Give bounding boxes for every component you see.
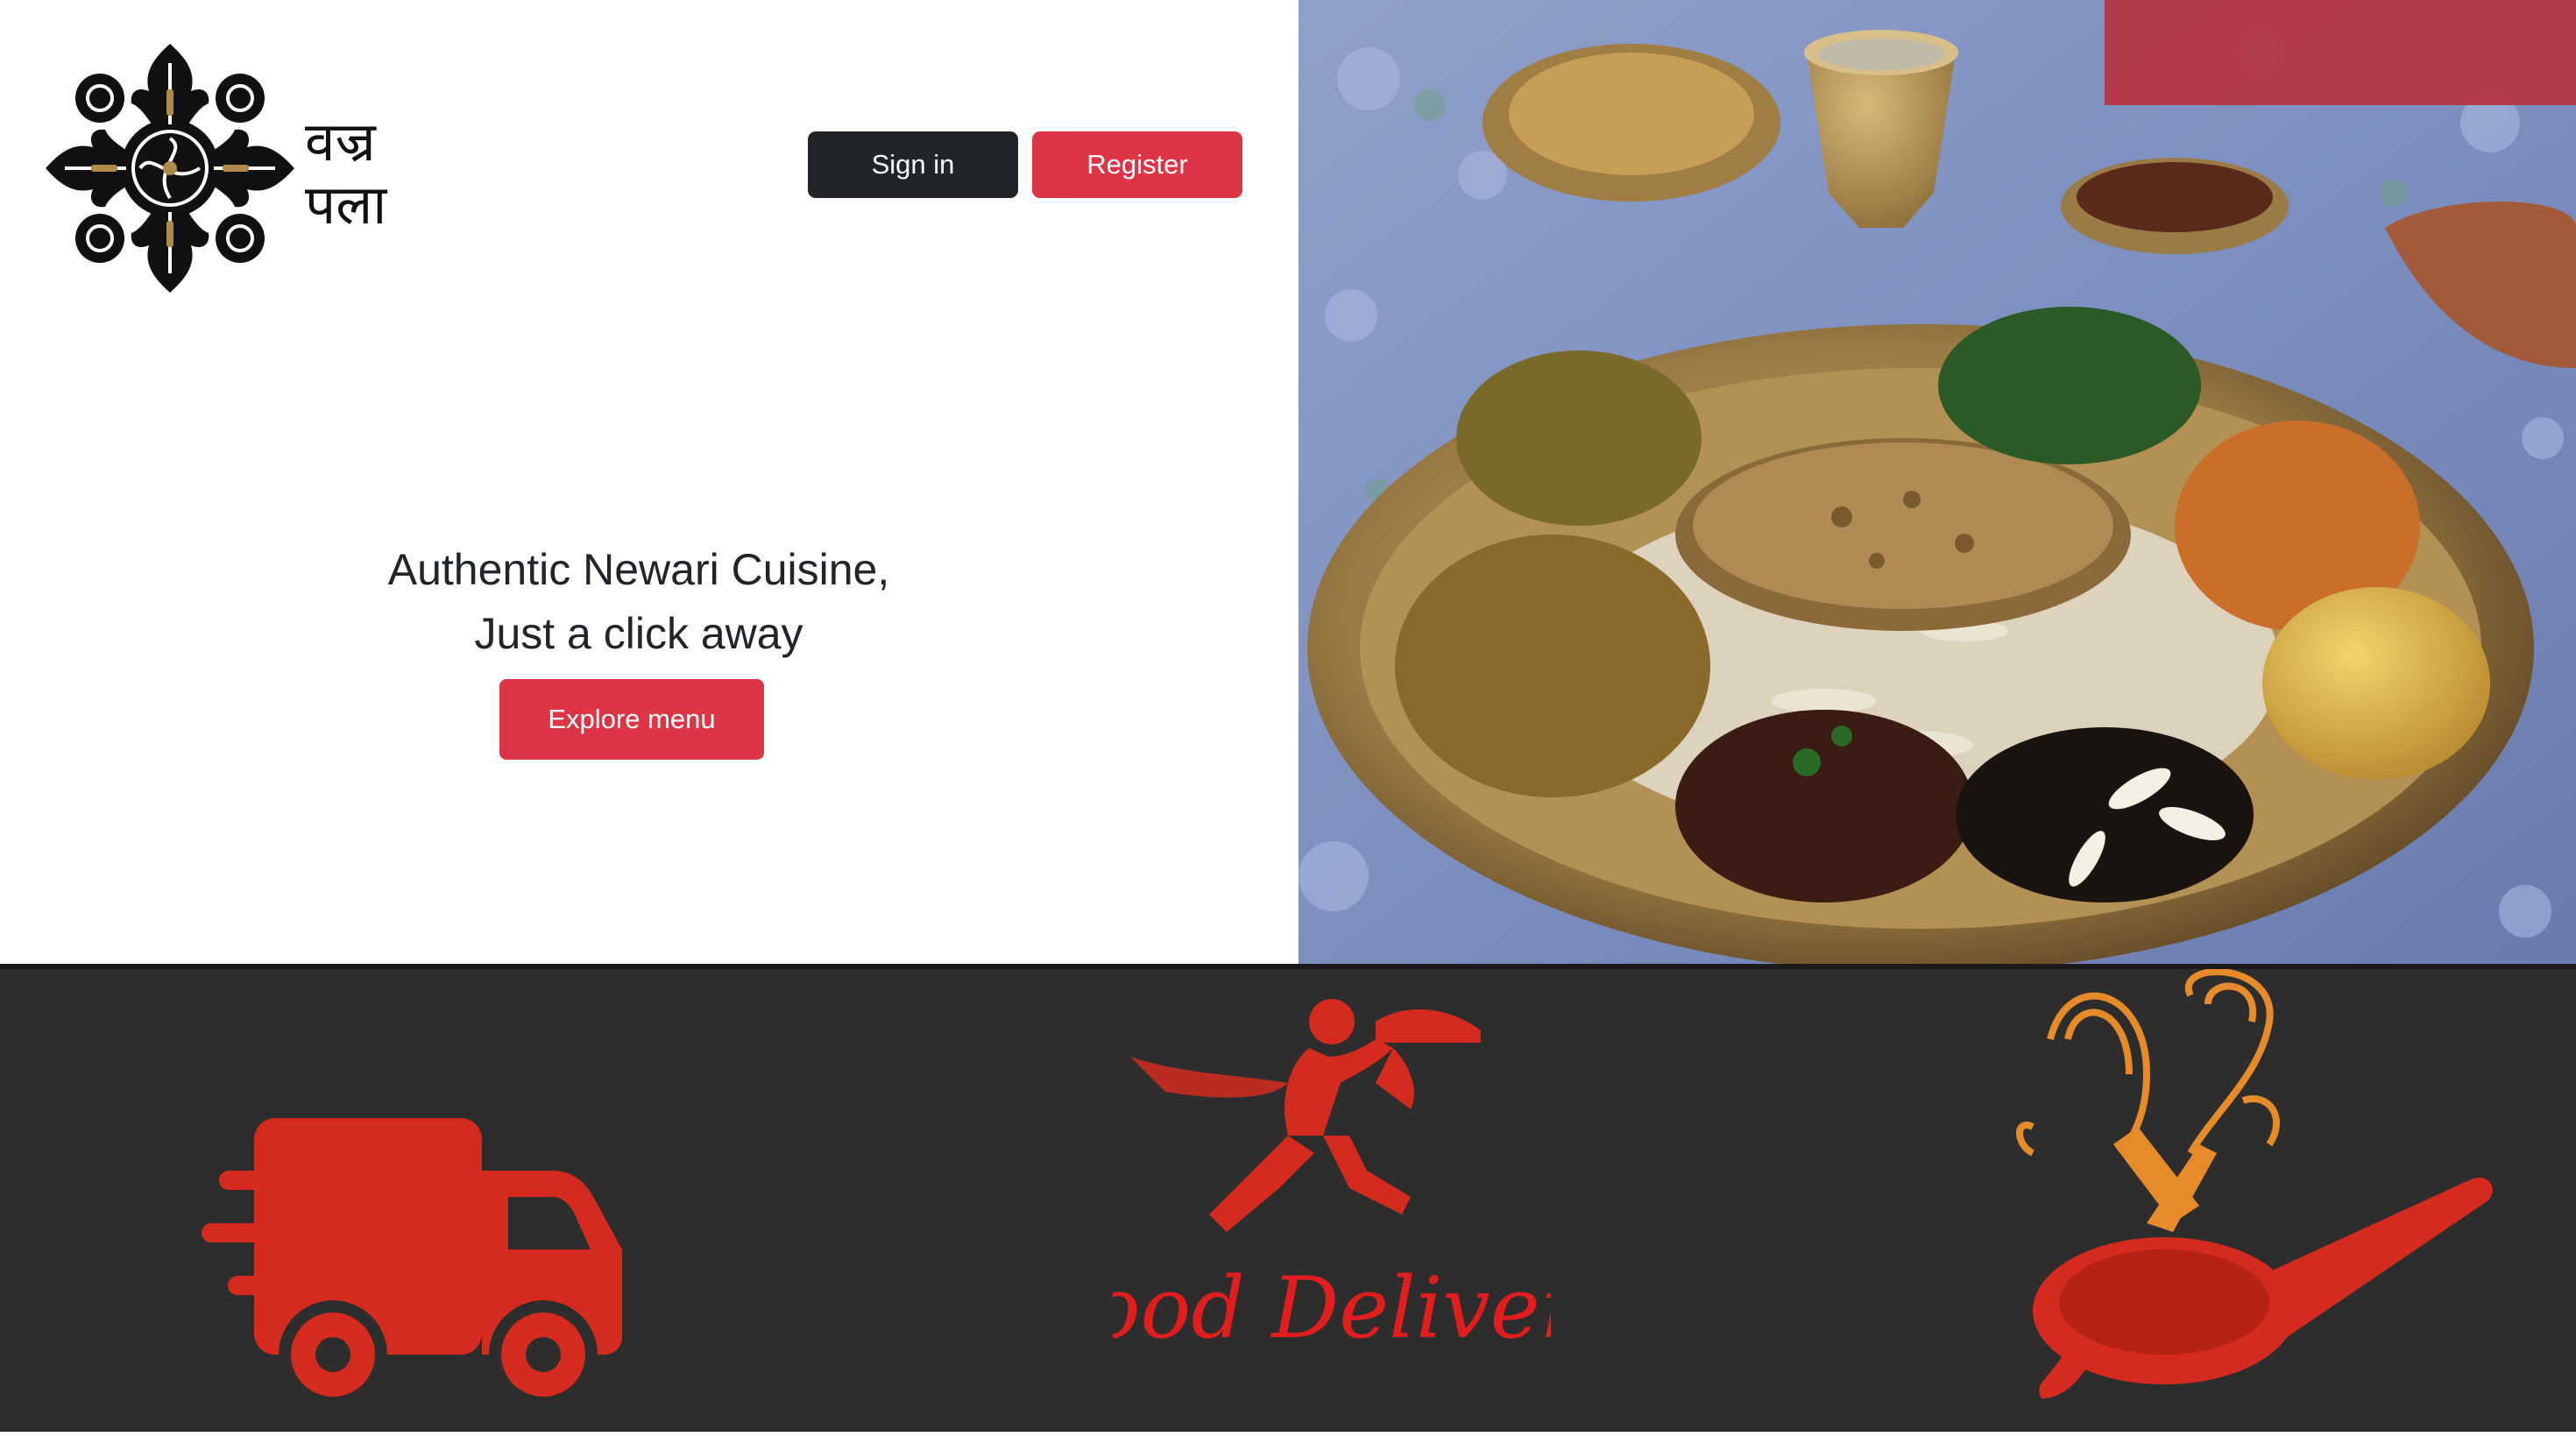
explore-menu-button[interactable]: Explore menu: [499, 679, 764, 760]
tagline-line-2: Just a click away: [474, 609, 803, 658]
food-delivery-caption: Food Delivery: [1113, 1259, 1551, 1357]
hero-tagline: Authentic Newari Cuisine, Just a click a…: [0, 538, 1277, 666]
brand-logo[interactable]: वज्र पला: [39, 37, 407, 300]
delivery-truck-feature: [202, 969, 657, 1437]
whisk-and-pan-icon: [2016, 969, 2493, 1398]
cooking-feature: [2015, 969, 2506, 1437]
delivery-truck-icon: [202, 1118, 622, 1409]
food-delivery-feature: Food Delivery: [1113, 969, 1551, 1437]
tagline-line-1: Authentic Newari Cuisine,: [387, 545, 890, 594]
features-band: Food Delivery: [0, 964, 2576, 1432]
hero-section: वज्र पला Sign in Register Authentic Newa…: [0, 0, 2576, 964]
vajra-emblem-icon: [46, 44, 294, 293]
food-delivery-runner-icon: Food Delivery: [1113, 999, 1551, 1357]
register-button[interactable]: Register: [1032, 131, 1242, 198]
hero-left-panel: वज्र पला Sign in Register Authentic Newa…: [0, 0, 1299, 964]
newari-food-platter-image: [1299, 0, 2576, 964]
brand-name: वज्र पला: [305, 110, 387, 237]
sign-in-button[interactable]: Sign in: [808, 131, 1018, 198]
